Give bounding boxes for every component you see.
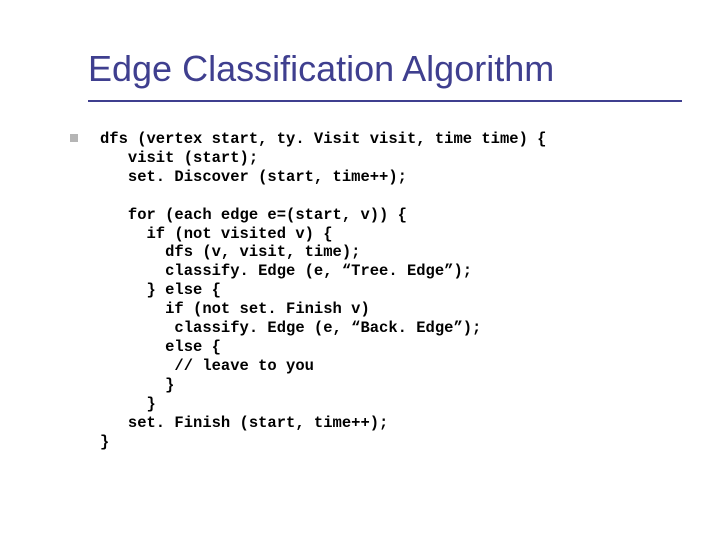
code-line: else { — [100, 338, 221, 356]
code-line: set. Discover (start, time++); — [100, 168, 407, 186]
title-underline — [88, 100, 682, 102]
code-line: } — [100, 395, 156, 413]
code-line: if (not set. Finish v) — [100, 300, 370, 318]
code-line: for (each edge e=(start, v)) { — [100, 206, 407, 224]
code-block: dfs (vertex start, ty. Visit visit, time… — [100, 130, 690, 451]
code-line: dfs (vertex start, ty. Visit visit, time… — [100, 130, 546, 148]
code-line: // leave to you — [100, 357, 314, 375]
title-area: Edge Classification Algorithm — [88, 48, 690, 96]
code-line: if (not visited v) { — [100, 225, 333, 243]
code-line: classify. Edge (e, “Tree. Edge”); — [100, 262, 472, 280]
code-line: classify. Edge (e, “Back. Edge”); — [100, 319, 481, 337]
code-line: dfs (v, visit, time); — [100, 243, 360, 261]
bullet-icon — [70, 134, 78, 142]
code-line: visit (start); — [100, 149, 258, 167]
code-line: } — [100, 433, 109, 451]
code-line: } — [100, 376, 174, 394]
code-line: set. Finish (start, time++); — [100, 414, 388, 432]
slide-title: Edge Classification Algorithm — [88, 48, 690, 96]
code-line: } else { — [100, 281, 221, 299]
slide: Edge Classification Algorithm dfs (verte… — [0, 0, 720, 540]
